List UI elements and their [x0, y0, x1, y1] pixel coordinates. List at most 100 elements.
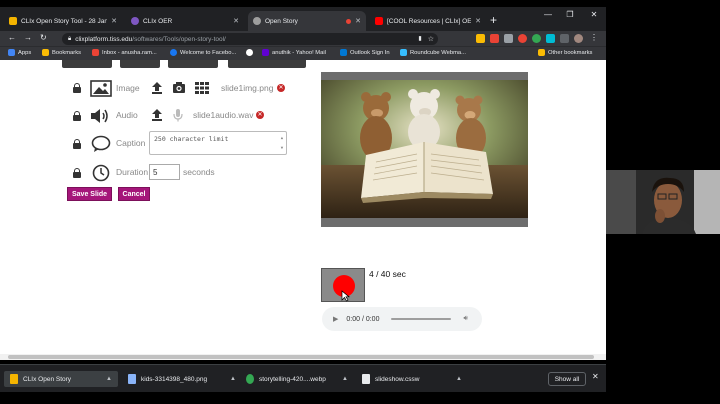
volume-icon[interactable]: 🔊︎: [463, 315, 467, 323]
close-shelf-icon[interactable]: ✕: [592, 372, 599, 381]
toolbar-button[interactable]: [62, 60, 112, 68]
seek-bar[interactable]: [391, 318, 452, 320]
upload-audio-icon[interactable]: [151, 108, 163, 122]
star-icon[interactable]: ☆: [428, 35, 434, 43]
tab-clix-oer[interactable]: CLIx OER ✕: [126, 11, 244, 31]
duration-unit: seconds: [183, 167, 215, 177]
lock-icon[interactable]: [73, 83, 81, 93]
forward-icon[interactable]: →: [24, 33, 32, 42]
bookmark-roundcube[interactable]: Roundcube Webma...: [400, 49, 466, 56]
other-bookmarks[interactable]: Other bookmarks: [538, 49, 592, 56]
textarea-scrollbar[interactable]: ▲ ▼: [279, 133, 285, 153]
caption-textarea[interactable]: 250 character limit ▲ ▼: [149, 131, 287, 155]
microphone-icon[interactable]: [173, 108, 183, 122]
reload-icon[interactable]: ↻: [40, 33, 47, 42]
bookmark-globe[interactable]: [246, 49, 256, 56]
grid-gallery-icon[interactable]: [195, 82, 209, 94]
extension-icon[interactable]: [504, 34, 513, 43]
remove-audio-icon[interactable]: ✕: [256, 111, 264, 119]
toolbar-button[interactable]: [228, 60, 306, 68]
extension-icon[interactable]: [532, 34, 541, 43]
tab-title: Open Story: [265, 17, 298, 25]
camera-icon[interactable]: [172, 81, 186, 94]
menu-icon[interactable]: ⋮: [590, 33, 598, 42]
puzzle-icon[interactable]: [560, 34, 569, 43]
player-time: 0:00 / 0:00: [346, 315, 380, 323]
facebook-icon: [170, 49, 177, 56]
upload-image-icon[interactable]: [151, 81, 163, 95]
chrome-file-icon: [246, 374, 254, 384]
download-item[interactable]: slideshow.cssw ▲: [362, 371, 462, 387]
show-all-button[interactable]: Show all: [548, 372, 586, 386]
horizontal-scrollbar[interactable]: [0, 354, 606, 360]
close-tab-icon[interactable]: ✕: [475, 17, 481, 25]
toolbar-button[interactable]: [168, 60, 218, 68]
page-content: Image slide1img.png ✕ Audio slide1audio.…: [0, 60, 606, 360]
bookmark-label: Welcome to Facebo...: [180, 49, 237, 56]
close-tab-icon[interactable]: ✕: [355, 17, 361, 25]
url-path: /softwares/Tools/open-story-tool/: [132, 35, 226, 43]
download-name: storytelling-420....webp: [259, 375, 326, 383]
download-item[interactable]: CLIx Open Story ▲: [4, 371, 118, 387]
webcam-video: [606, 170, 720, 234]
roundcube-icon: [400, 49, 407, 56]
mouse-cursor-icon: [341, 290, 350, 302]
extension-icon[interactable]: [490, 34, 499, 43]
caption-placeholder: 250 character limit: [154, 135, 229, 143]
caption-label: Caption: [116, 138, 146, 148]
close-tab-icon[interactable]: ✕: [111, 17, 117, 25]
address-bar[interactable]: 🔒︎ clixplatform.tiss.edu/softwares/Tools…: [62, 33, 438, 45]
extension-icon[interactable]: [476, 34, 485, 43]
restore-icon[interactable]: ❐: [559, 10, 581, 19]
tab-open-story[interactable]: Open Story ✕: [248, 11, 366, 31]
download-item[interactable]: storytelling-420....webp ▲: [246, 371, 348, 387]
extension-icon[interactable]: [546, 34, 555, 43]
image-label: Image: [116, 83, 140, 93]
chevron-up-icon[interactable]: ▲: [106, 376, 112, 382]
clix-favicon-icon: [131, 17, 139, 25]
download-item[interactable]: kids-3314398_480.png ▲: [128, 371, 236, 387]
play-icon[interactable]: ▶: [333, 315, 338, 323]
back-icon[interactable]: ←: [8, 33, 16, 42]
tab-strip: CLIx Open Story Tool - 28 Jan 20 ✕ CLIx …: [0, 7, 606, 31]
record-button[interactable]: [321, 268, 365, 302]
tab-cool-resources[interactable]: [COOL Resources | CLIx] OERs] L ✕: [370, 11, 486, 31]
bookmark-bookmarks[interactable]: Bookmarks: [42, 49, 81, 56]
url-host: clixplatform.tiss.edu: [75, 35, 133, 43]
save-slide-button[interactable]: Save Slide: [67, 187, 112, 201]
lock-icon[interactable]: [73, 168, 81, 178]
toolbar-button[interactable]: [120, 60, 160, 68]
extension-icon[interactable]: [518, 34, 527, 43]
camera-icon[interactable]: ▮: [418, 35, 421, 43]
yahoo-icon: [262, 49, 269, 56]
speech-bubble-icon: [91, 135, 111, 152]
cancel-button[interactable]: Cancel: [118, 187, 150, 201]
profile-avatar[interactable]: [574, 34, 583, 43]
bookmark-outlook[interactable]: Outlook Sign In: [340, 49, 390, 56]
chevron-up-icon[interactable]: ▲: [342, 376, 348, 382]
audio-player[interactable]: ▶ 0:00 / 0:00 🔊︎: [322, 307, 482, 331]
lock-icon[interactable]: [73, 139, 81, 149]
bookmark-inbox[interactable]: Inbox - anusha.ram...: [92, 49, 157, 56]
minimize-icon[interactable]: —: [537, 10, 559, 19]
star-icon: [42, 49, 49, 56]
new-tab-icon[interactable]: +: [490, 13, 497, 27]
downloads-shelf: CLIx Open Story ▲ kids-3314398_480.png ▲…: [0, 364, 606, 392]
duration-input[interactable]: 5: [149, 164, 180, 180]
image-icon: [90, 80, 112, 97]
close-tab-icon[interactable]: ✕: [233, 17, 239, 25]
bookmark-apps[interactable]: Apps: [8, 49, 31, 56]
scrollbar-thumb[interactable]: [8, 355, 594, 359]
close-window-icon[interactable]: ✕: [583, 10, 605, 19]
chevron-up-icon[interactable]: ▲: [230, 376, 236, 382]
tab-clix-open-story-tool[interactable]: CLIx Open Story Tool - 28 Jan 20 ✕: [4, 11, 122, 31]
apps-grid-icon: [8, 49, 15, 56]
bookmark-yahoo[interactable]: anuthik - Yahoo! Mail: [262, 49, 326, 56]
remove-image-icon[interactable]: ✕: [277, 84, 285, 92]
bookmark-label: Outlook Sign In: [350, 49, 390, 56]
slide-preview: [321, 72, 528, 227]
bookmark-facebook[interactable]: Welcome to Facebo...: [170, 49, 236, 56]
recording-indicator-icon: [346, 18, 352, 24]
chevron-up-icon[interactable]: ▲: [456, 376, 462, 382]
lock-icon[interactable]: [73, 111, 81, 121]
